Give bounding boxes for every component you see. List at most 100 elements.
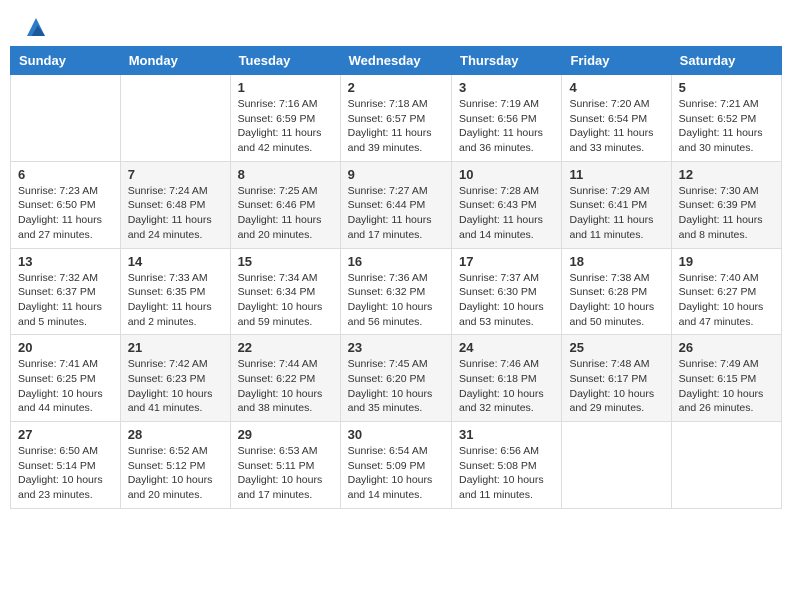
day-number: 28 — [128, 427, 223, 442]
day-info: Sunrise: 7:42 AM Sunset: 6:23 PM Dayligh… — [128, 357, 223, 416]
calendar-cell: 12 Sunrise: 7:30 AM Sunset: 6:39 PM Dayli… — [671, 161, 781, 248]
day-number: 20 — [18, 340, 113, 355]
day-info: Sunrise: 6:50 AM Sunset: 5:14 PM Dayligh… — [18, 444, 113, 503]
day-number: 27 — [18, 427, 113, 442]
calendar-cell: 21 Sunrise: 7:42 AM Sunset: 6:23 PM Dayli… — [120, 335, 230, 422]
calendar-cell: 1Sunrise: 7:16 AM Sunset: 6:59 PM Daylig… — [230, 75, 340, 162]
day-info: Sunrise: 7:38 AM Sunset: 6:28 PM Dayligh… — [569, 271, 663, 330]
day-info: Sunrise: 6:56 AM Sunset: 5:08 PM Dayligh… — [459, 444, 554, 503]
day-info: Sunrise: 7:44 AM Sunset: 6:22 PM Dayligh… — [238, 357, 333, 416]
day-number: 2 — [348, 80, 444, 95]
day-number: 29 — [238, 427, 333, 442]
calendar-cell: 15 Sunrise: 7:34 AM Sunset: 6:34 PM Dayli… — [230, 248, 340, 335]
day-info: Sunrise: 7:48 AM Sunset: 6:17 PM Dayligh… — [569, 357, 663, 416]
calendar-cell: 11 Sunrise: 7:29 AM Sunset: 6:41 PM Dayli… — [562, 161, 671, 248]
day-number: 5 — [679, 80, 774, 95]
calendar-header-friday: Friday — [562, 47, 671, 75]
logo-icon — [27, 18, 45, 36]
day-info: Sunrise: 7:34 AM Sunset: 6:34 PM Dayligh… — [238, 271, 333, 330]
day-number: 25 — [569, 340, 663, 355]
calendar-cell — [11, 75, 121, 162]
day-info: Sunrise: 6:52 AM Sunset: 5:12 PM Dayligh… — [128, 444, 223, 503]
day-number: 6 — [18, 167, 113, 182]
calendar-header-sunday: Sunday — [11, 47, 121, 75]
day-info: Sunrise: 7:36 AM Sunset: 6:32 PM Dayligh… — [348, 271, 444, 330]
day-info: Sunrise: 7:23 AM Sunset: 6:50 PM Dayligh… — [18, 184, 113, 243]
calendar-cell: 30 Sunrise: 6:54 AM Sunset: 5:09 PM Dayli… — [340, 422, 451, 509]
page-header — [10, 10, 782, 41]
day-number: 22 — [238, 340, 333, 355]
day-number: 18 — [569, 254, 663, 269]
day-info: Sunrise: 7:33 AM Sunset: 6:35 PM Dayligh… — [128, 271, 223, 330]
day-number: 30 — [348, 427, 444, 442]
day-info: Sunrise: 7:18 AM Sunset: 6:57 PM Dayligh… — [348, 97, 444, 156]
calendar-cell: 16 Sunrise: 7:36 AM Sunset: 6:32 PM Dayli… — [340, 248, 451, 335]
day-number: 7 — [128, 167, 223, 182]
calendar-cell — [671, 422, 781, 509]
day-info: Sunrise: 7:28 AM Sunset: 6:43 PM Dayligh… — [459, 184, 554, 243]
calendar-cell: 5 Sunrise: 7:21 AM Sunset: 6:52 PM Daylig… — [671, 75, 781, 162]
day-info: Sunrise: 7:27 AM Sunset: 6:44 PM Dayligh… — [348, 184, 444, 243]
calendar-week-row: 27 Sunrise: 6:50 AM Sunset: 5:14 PM Dayli… — [11, 422, 782, 509]
day-number: 21 — [128, 340, 223, 355]
calendar-cell: 25 Sunrise: 7:48 AM Sunset: 6:17 PM Dayli… — [562, 335, 671, 422]
day-number: 26 — [679, 340, 774, 355]
calendar-cell: 23 Sunrise: 7:45 AM Sunset: 6:20 PM Dayli… — [340, 335, 451, 422]
day-info: Sunrise: 7:30 AM Sunset: 6:39 PM Dayligh… — [679, 184, 774, 243]
calendar-header-wednesday: Wednesday — [340, 47, 451, 75]
day-info: Sunrise: 7:37 AM Sunset: 6:30 PM Dayligh… — [459, 271, 554, 330]
calendar-cell: 19 Sunrise: 7:40 AM Sunset: 6:27 PM Dayli… — [671, 248, 781, 335]
calendar-header-thursday: Thursday — [452, 47, 562, 75]
calendar-cell: 24Sunrise: 7:46 AM Sunset: 6:18 PM Dayli… — [452, 335, 562, 422]
day-info: Sunrise: 7:24 AM Sunset: 6:48 PM Dayligh… — [128, 184, 223, 243]
calendar-cell: 9 Sunrise: 7:27 AM Sunset: 6:44 PM Daylig… — [340, 161, 451, 248]
logo — [25, 20, 45, 36]
day-number: 11 — [569, 167, 663, 182]
day-number: 12 — [679, 167, 774, 182]
calendar-cell — [120, 75, 230, 162]
day-number: 31 — [459, 427, 554, 442]
day-info: Sunrise: 7:46 AM Sunset: 6:18 PM Dayligh… — [459, 357, 554, 416]
calendar-cell: 7 Sunrise: 7:24 AM Sunset: 6:48 PM Daylig… — [120, 161, 230, 248]
day-info: Sunrise: 7:21 AM Sunset: 6:52 PM Dayligh… — [679, 97, 774, 156]
calendar-cell: 20 Sunrise: 7:41 AM Sunset: 6:25 PM Dayli… — [11, 335, 121, 422]
day-info: Sunrise: 7:32 AM Sunset: 6:37 PM Dayligh… — [18, 271, 113, 330]
calendar-cell: 28 Sunrise: 6:52 AM Sunset: 5:12 PM Dayli… — [120, 422, 230, 509]
day-number: 3 — [459, 80, 554, 95]
day-number: 9 — [348, 167, 444, 182]
calendar-cell: 13Sunrise: 7:32 AM Sunset: 6:37 PM Dayli… — [11, 248, 121, 335]
day-info: Sunrise: 7:40 AM Sunset: 6:27 PM Dayligh… — [679, 271, 774, 330]
day-number: 23 — [348, 340, 444, 355]
day-info: Sunrise: 7:19 AM Sunset: 6:56 PM Dayligh… — [459, 97, 554, 156]
day-info: Sunrise: 7:41 AM Sunset: 6:25 PM Dayligh… — [18, 357, 113, 416]
calendar-cell — [562, 422, 671, 509]
day-number: 16 — [348, 254, 444, 269]
day-number: 15 — [238, 254, 333, 269]
calendar-week-row: 20 Sunrise: 7:41 AM Sunset: 6:25 PM Dayli… — [11, 335, 782, 422]
calendar-week-row: 13Sunrise: 7:32 AM Sunset: 6:37 PM Dayli… — [11, 248, 782, 335]
calendar-cell: 4Sunrise: 7:20 AM Sunset: 6:54 PM Daylig… — [562, 75, 671, 162]
calendar-week-row: 6 Sunrise: 7:23 AM Sunset: 6:50 PM Daylig… — [11, 161, 782, 248]
day-number: 14 — [128, 254, 223, 269]
calendar-cell: 27 Sunrise: 6:50 AM Sunset: 5:14 PM Dayli… — [11, 422, 121, 509]
day-number: 19 — [679, 254, 774, 269]
calendar-table: SundayMondayTuesdayWednesdayThursdayFrid… — [10, 46, 782, 509]
calendar-cell: 29 Sunrise: 6:53 AM Sunset: 5:11 PM Dayli… — [230, 422, 340, 509]
calendar-cell: 6 Sunrise: 7:23 AM Sunset: 6:50 PM Daylig… — [11, 161, 121, 248]
calendar-header-saturday: Saturday — [671, 47, 781, 75]
day-number: 17 — [459, 254, 554, 269]
day-info: Sunrise: 7:25 AM Sunset: 6:46 PM Dayligh… — [238, 184, 333, 243]
calendar-cell: 14 Sunrise: 7:33 AM Sunset: 6:35 PM Dayli… — [120, 248, 230, 335]
calendar-cell: 3 Sunrise: 7:19 AM Sunset: 6:56 PM Daylig… — [452, 75, 562, 162]
calendar-cell: 10 Sunrise: 7:28 AM Sunset: 6:43 PM Dayli… — [452, 161, 562, 248]
day-info: Sunrise: 7:29 AM Sunset: 6:41 PM Dayligh… — [569, 184, 663, 243]
calendar-cell: 18 Sunrise: 7:38 AM Sunset: 6:28 PM Dayli… — [562, 248, 671, 335]
day-number: 10 — [459, 167, 554, 182]
day-info: Sunrise: 7:49 AM Sunset: 6:15 PM Dayligh… — [679, 357, 774, 416]
day-info: Sunrise: 7:45 AM Sunset: 6:20 PM Dayligh… — [348, 357, 444, 416]
calendar-cell: 31 Sunrise: 6:56 AM Sunset: 5:08 PM Dayli… — [452, 422, 562, 509]
day-number: 1 — [238, 80, 333, 95]
day-info: Sunrise: 6:53 AM Sunset: 5:11 PM Dayligh… — [238, 444, 333, 503]
day-number: 4 — [569, 80, 663, 95]
day-info: Sunrise: 6:54 AM Sunset: 5:09 PM Dayligh… — [348, 444, 444, 503]
